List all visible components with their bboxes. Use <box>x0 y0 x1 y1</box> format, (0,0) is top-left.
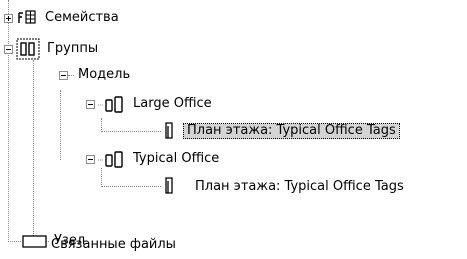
tree-connector <box>101 168 102 187</box>
tree-item-typical-office-view[interactable]: План этажа: Typical Office Tags <box>193 179 406 195</box>
collapse-typical-office-button[interactable] <box>86 155 95 164</box>
tree-connector <box>101 118 102 132</box>
tree-item-large-office-view[interactable]: План этажа: Typical Office Tags <box>183 123 400 139</box>
families-icon <box>18 10 36 24</box>
tree-connector <box>33 60 34 242</box>
view-icon <box>165 177 173 194</box>
tree-connector <box>8 241 21 242</box>
tree-item-families[interactable]: Семейства <box>43 10 121 26</box>
project-browser-tree: Семейства Группы Модель Large Office Пла… <box>0 0 467 259</box>
view-icon <box>165 122 173 139</box>
tree-item-groups[interactable]: Группы <box>45 41 100 57</box>
tree-item-typical-office[interactable]: Typical Office <box>131 151 221 167</box>
group-icon <box>16 38 40 60</box>
tree-connector <box>68 75 74 76</box>
tree-item-model[interactable]: Модель <box>76 67 132 83</box>
tree-item-linked-files[interactable]: Связанные файлы <box>49 237 178 253</box>
collapse-large-office-button[interactable] <box>86 100 95 109</box>
tree-connector <box>60 90 61 160</box>
tree-connector <box>101 131 161 132</box>
expand-families-button[interactable] <box>4 14 13 23</box>
collapse-model-button[interactable] <box>59 71 68 80</box>
tree-item-large-office[interactable]: Large Office <box>131 96 214 112</box>
linked-file-icon <box>22 235 47 248</box>
tree-connector <box>8 0 9 242</box>
model-group-icon <box>98 96 123 113</box>
tree-connector <box>101 186 161 187</box>
collapse-groups-button[interactable] <box>4 45 13 54</box>
model-group-icon <box>98 151 123 168</box>
